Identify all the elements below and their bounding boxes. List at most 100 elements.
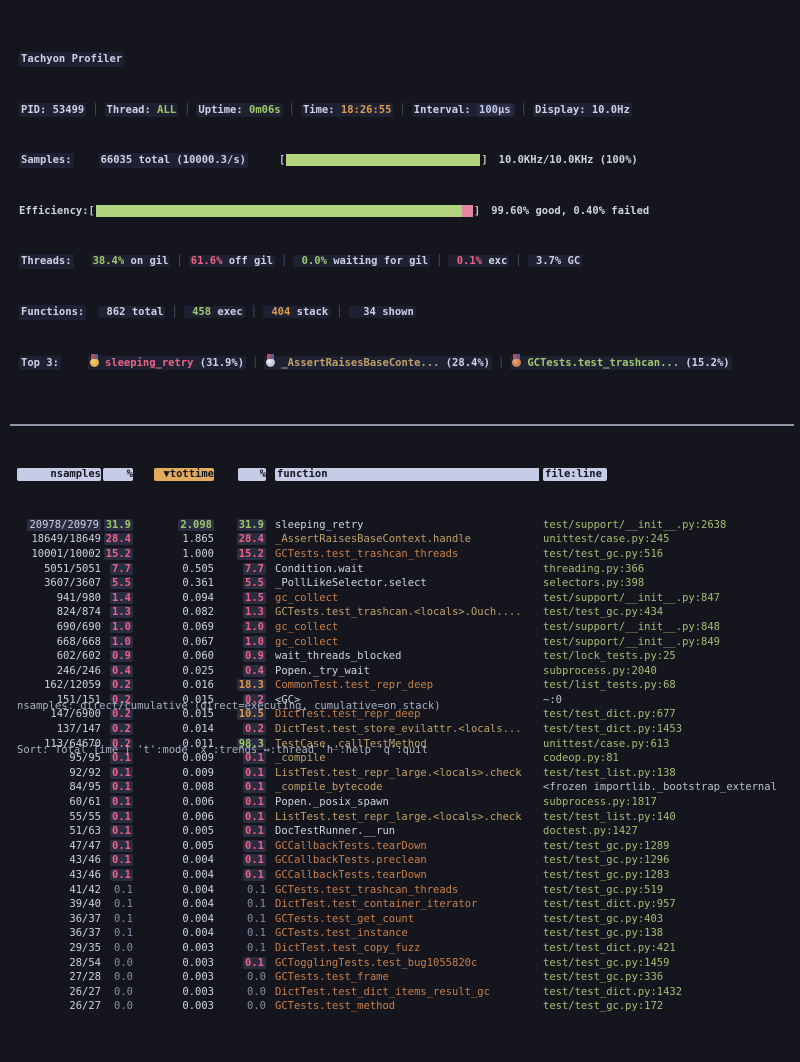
table-row: 47/470.10.0050.1GCCallbackTests.tearDown…	[2, 839, 800, 854]
top3-function-name: GCTests.test_trashcan...	[527, 356, 679, 371]
function-name: GCCallbackTests.tearDown	[266, 839, 539, 854]
direct-percent-value: 0.1	[114, 927, 133, 939]
threads-stat: 3.7% GC	[528, 255, 583, 267]
cumulative-percent-value: 5.5	[243, 577, 266, 589]
file-line: test/test_gc.py:1283	[539, 868, 798, 883]
file-line: test/test_gc.py:1289	[539, 839, 798, 854]
file-line: test/support/__init__.py:849	[539, 635, 798, 650]
functions-stat-text: exec	[211, 306, 243, 318]
tottime-cell: 0.094	[133, 591, 214, 606]
sort-header-%[interactable]: %	[103, 468, 133, 481]
sort-header-%[interactable]: %	[238, 468, 266, 481]
function-name: GCTests.test_trashcan_threads	[266, 883, 539, 898]
tottime-value: 0.004	[182, 913, 214, 925]
function-name: GCTests.test_get_count	[266, 912, 539, 927]
column-header-cell: function	[266, 467, 539, 482]
nsamples-cell: 20978/20979	[2, 518, 101, 533]
sort-header-function[interactable]: function	[275, 468, 539, 481]
nsamples-value: 60/61	[69, 796, 101, 808]
tottime-cell: 0.004	[133, 897, 214, 912]
tottime-cell: 0.003	[133, 941, 214, 956]
nsamples-value: 55/55	[69, 811, 101, 823]
file-line: test/test_dict.py:957	[539, 897, 798, 912]
functions-line: Functions: 862 total│ 458 exec│ 404 stac…	[0, 305, 800, 320]
table-row: 60/610.10.0060.1Popen._posix_spawnsubpro…	[2, 795, 800, 810]
function-name: GCTogglingTests.test_bug1055820c	[266, 956, 539, 971]
direct-percent-value: 0.0	[114, 971, 133, 983]
cumulative-percent-value: 0.1	[243, 854, 266, 866]
direct-percent-value: 5.5	[110, 577, 133, 589]
sort-header-file:line[interactable]: file:line	[543, 468, 607, 481]
terminal-screen[interactable]: Tachyon Profiler PID: 53499│Thread: ALL│…	[0, 0, 800, 723]
direct-percent-value: 0.0	[114, 942, 133, 954]
nsamples-value: 941/980	[57, 592, 101, 604]
function-name: GCTests.test_method	[266, 999, 539, 1014]
direct-percent-cell: 0.1	[101, 883, 133, 898]
status-interval: Interval: 100µs	[412, 103, 515, 118]
efficiency-bar-close: ]	[474, 204, 480, 219]
threads-line: Threads: 38.4% on gil│61.6% off gil│ 0.0…	[0, 254, 800, 269]
cumulative-percent-cell: 0.1	[214, 941, 266, 956]
status-thread-value: ALL	[157, 104, 176, 116]
file-line: subprocess.py:2040	[539, 664, 798, 679]
functions-stat-value: 862	[100, 306, 125, 318]
nsamples-cell: 602/602	[2, 649, 101, 664]
table-row: 5051/50517.70.5057.7Condition.waitthread…	[2, 562, 800, 577]
table-row: 10001/1000215.21.00015.2GCTests.test_tra…	[2, 547, 800, 562]
cumulative-percent-cell: 0.1	[214, 926, 266, 941]
table-row: 941/9801.40.0941.5gc_collecttest/support…	[2, 591, 800, 606]
efficiency-bar	[96, 205, 473, 217]
samples-label: Samples:	[19, 153, 74, 168]
app-title-line: Tachyon Profiler	[0, 36, 800, 67]
cumulative-percent-value: 7.7	[243, 563, 266, 575]
function-name: Popen._posix_spawn	[266, 795, 539, 810]
table-row: 51/630.10.0050.1DocTestRunner.__rundocte…	[2, 824, 800, 839]
functions-label: Functions:	[19, 305, 86, 320]
tottime-cell: 0.004	[133, 853, 214, 868]
separator-bar: │	[86, 103, 104, 118]
function-name: sleeping_retry	[266, 518, 539, 533]
file-line: test/test_dict.py:1453	[539, 722, 798, 737]
cumulative-percent-cell: 5.5	[214, 576, 266, 591]
file-line: test/support/__init__.py:848	[539, 620, 798, 635]
tottime-cell: 0.069	[133, 620, 214, 635]
cumulative-percent-cell: 0.9	[214, 649, 266, 664]
tottime-value: 2.098	[178, 519, 214, 531]
table-row: 39/400.10.0040.1DictTest.test_container_…	[2, 897, 800, 912]
file-line: test/test_list.py:140	[539, 810, 798, 825]
separator-bar: │	[275, 255, 293, 267]
status-uptime-label: Uptime:	[198, 104, 249, 116]
file-line: codeop.py:81	[539, 751, 798, 766]
efficiency-summary: 99.60% good, 0.40% failed	[491, 204, 649, 219]
direct-percent-value: 7.7	[110, 563, 133, 575]
cumulative-percent-value: 28.4	[237, 533, 266, 545]
direct-percent-value: 28.4	[104, 533, 133, 545]
direct-percent-value: 0.9	[110, 650, 133, 662]
file-line: test/lock_tests.py:25	[539, 649, 798, 664]
cumulative-percent-value: 0.0	[247, 986, 266, 998]
cumulative-percent-value: 0.1	[243, 957, 266, 969]
table-row: 27/280.00.0030.0GCTests.test_frametest/t…	[2, 970, 800, 985]
cumulative-percent-value: 0.1	[247, 884, 266, 896]
status-time-value: 18:26:55	[341, 104, 392, 116]
nsamples-cell: 36/37	[2, 912, 101, 927]
cumulative-percent-cell: 0.1	[214, 897, 266, 912]
sort-header-tottime[interactable]: ▼tottime	[154, 468, 214, 481]
function-name: GCTests.test_instance	[266, 926, 539, 941]
samples-total: 66035 total (10000.3/s)	[99, 153, 248, 168]
functions-items: 862 total│ 458 exec│ 404 stack│ 34 shown	[98, 305, 416, 320]
cumulative-percent-cell: 0.1	[214, 853, 266, 868]
nsamples-cell: 29/35	[2, 941, 101, 956]
status-interval-label: Interval:	[414, 104, 477, 116]
function-name: GCTests.test_trashcan_threads	[266, 547, 539, 562]
top3-item-bronze: GCTests.test_trashcan... (15.2%)	[510, 356, 731, 371]
direct-percent-cell: 0.1	[101, 795, 133, 810]
sort-header-nsamples[interactable]: nsamples	[17, 468, 101, 481]
file-line: test/test_dict.py:1432	[539, 985, 798, 1000]
direct-percent-cell: 0.1	[101, 824, 133, 839]
tottime-cell: 0.004	[133, 912, 214, 927]
nsamples-value: 29/35	[69, 942, 101, 954]
tottime-value: 0.006	[182, 796, 214, 808]
tottime-cell: 2.098	[133, 518, 214, 533]
table-row: 36/370.10.0040.1GCTests.test_instancetes…	[2, 926, 800, 941]
